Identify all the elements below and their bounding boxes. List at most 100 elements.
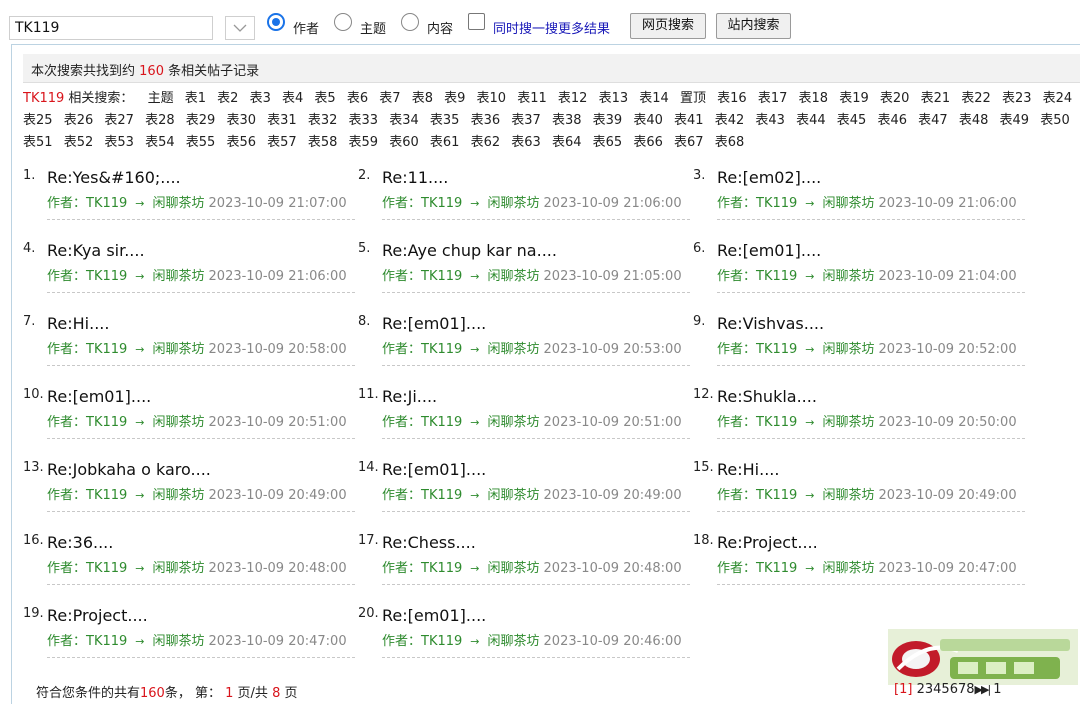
- related-item[interactable]: 表27: [104, 113, 134, 128]
- related-item[interactable]: 表51: [23, 135, 53, 150]
- result-title-link[interactable]: Re:Vishvas....: [717, 314, 824, 333]
- related-item[interactable]: 表10: [477, 91, 507, 106]
- related-item[interactable]: 表59: [349, 135, 379, 150]
- related-item[interactable]: 表68: [715, 135, 745, 150]
- pager-page-link[interactable]: 5: [941, 682, 949, 697]
- also-search-checkbox[interactable]: [468, 13, 485, 30]
- pager-page-link[interactable]: 2: [917, 682, 925, 697]
- result-title-link[interactable]: Re:[em01]....: [717, 241, 821, 260]
- radio-author[interactable]: [267, 13, 285, 31]
- related-item[interactable]: 表3: [250, 91, 271, 106]
- related-item[interactable]: 表13: [599, 91, 629, 106]
- result-title-link[interactable]: Re:11....: [382, 168, 448, 187]
- forum-link[interactable]: 闲聊茶坊: [823, 561, 875, 576]
- related-item[interactable]: 表28: [145, 113, 175, 128]
- author-link[interactable]: TK119: [86, 196, 127, 211]
- forum-link[interactable]: 闲聊茶坊: [153, 269, 205, 284]
- related-item[interactable]: 表65: [593, 135, 623, 150]
- related-item[interactable]: 表2: [217, 91, 238, 106]
- pager-page-link[interactable]: 8: [966, 682, 974, 697]
- related-item[interactable]: 表45: [837, 113, 867, 128]
- last-page-icon[interactable]: ▶▶|: [975, 683, 992, 696]
- related-item[interactable]: 表32: [308, 113, 338, 128]
- author-link[interactable]: TK119: [421, 415, 462, 430]
- related-item[interactable]: 表66: [633, 135, 663, 150]
- forum-link[interactable]: 闲聊茶坊: [823, 342, 875, 357]
- related-item[interactable]: 表41: [674, 113, 704, 128]
- author-link[interactable]: TK119: [86, 488, 127, 503]
- result-title-link[interactable]: Re:36....: [47, 533, 113, 552]
- result-title-link[interactable]: Re:[em01]....: [382, 314, 486, 333]
- author-link[interactable]: TK119: [756, 269, 797, 284]
- author-link[interactable]: TK119: [421, 342, 462, 357]
- result-title-link[interactable]: Re:Ji....: [382, 387, 437, 406]
- history-dropdown-button[interactable]: [225, 16, 255, 40]
- related-item[interactable]: 表21: [921, 91, 951, 106]
- author-link[interactable]: TK119: [756, 415, 797, 430]
- result-title-link[interactable]: Re:Project....: [47, 606, 148, 625]
- related-item[interactable]: 表60: [389, 135, 419, 150]
- related-item[interactable]: 表22: [961, 91, 991, 106]
- author-link[interactable]: TK119: [756, 488, 797, 503]
- related-item[interactable]: 表12: [558, 91, 588, 106]
- related-item[interactable]: 表48: [959, 113, 989, 128]
- forum-link[interactable]: 闲聊茶坊: [823, 488, 875, 503]
- related-item[interactable]: 表42: [715, 113, 745, 128]
- related-item[interactable]: 表46: [877, 113, 907, 128]
- related-item[interactable]: 表1: [185, 91, 206, 106]
- author-link[interactable]: TK119: [421, 196, 462, 211]
- pager-tail[interactable]: 1: [993, 682, 1001, 697]
- related-item[interactable]: 表49: [1000, 113, 1030, 128]
- radio-content[interactable]: [401, 13, 419, 31]
- result-title-link[interactable]: Re:Chess....: [382, 533, 476, 552]
- related-item[interactable]: 表63: [511, 135, 541, 150]
- forum-link[interactable]: 闲聊茶坊: [488, 561, 540, 576]
- forum-link[interactable]: 闲聊茶坊: [153, 196, 205, 211]
- result-title-link[interactable]: Re:Yes&#160;....: [47, 168, 181, 187]
- related-item[interactable]: 表47: [918, 113, 948, 128]
- pager-page-link[interactable]: 6: [950, 682, 958, 697]
- related-item[interactable]: 表16: [717, 91, 747, 106]
- forum-link[interactable]: 闲聊茶坊: [488, 415, 540, 430]
- related-item[interactable]: 表36: [471, 113, 501, 128]
- related-item[interactable]: 表39: [593, 113, 623, 128]
- result-title-link[interactable]: Re:Hi....: [717, 460, 779, 479]
- related-item[interactable]: 表53: [104, 135, 134, 150]
- result-title-link[interactable]: Re:Project....: [717, 533, 818, 552]
- related-item[interactable]: 表52: [64, 135, 94, 150]
- author-link[interactable]: TK119: [86, 561, 127, 576]
- related-item[interactable]: 表37: [511, 113, 541, 128]
- related-item[interactable]: 表56: [226, 135, 256, 150]
- result-title-link[interactable]: Re:Kya sir....: [47, 241, 145, 260]
- related-item[interactable]: 表40: [633, 113, 663, 128]
- also-search-label[interactable]: 同时搜一搜更多结果: [493, 18, 610, 37]
- result-title-link[interactable]: Re:Aye chup kar na....: [382, 241, 557, 260]
- related-item[interactable]: 表55: [186, 135, 216, 150]
- forum-link[interactable]: 闲聊茶坊: [823, 269, 875, 284]
- related-item[interactable]: 表38: [552, 113, 582, 128]
- related-item[interactable]: 表44: [796, 113, 826, 128]
- author-link[interactable]: TK119: [86, 269, 127, 284]
- related-item[interactable]: 表64: [552, 135, 582, 150]
- pager-page-link[interactable]: 3: [925, 682, 933, 697]
- related-item[interactable]: 表23: [1002, 91, 1032, 106]
- forum-link[interactable]: 闲聊茶坊: [488, 342, 540, 357]
- forum-link[interactable]: 闲聊茶坊: [153, 561, 205, 576]
- forum-link[interactable]: 闲聊茶坊: [823, 196, 875, 211]
- result-title-link[interactable]: Re:[em01]....: [47, 387, 151, 406]
- author-link[interactable]: TK119: [756, 196, 797, 211]
- related-item[interactable]: 表9: [444, 91, 465, 106]
- author-link[interactable]: TK119: [86, 634, 127, 649]
- related-item[interactable]: 表20: [880, 91, 910, 106]
- forum-link[interactable]: 闲聊茶坊: [488, 196, 540, 211]
- related-item[interactable]: 表61: [430, 135, 460, 150]
- author-link[interactable]: TK119: [421, 634, 462, 649]
- site-search-button[interactable]: 站内搜索: [716, 13, 791, 39]
- forum-link[interactable]: 闲聊茶坊: [488, 634, 540, 649]
- related-item[interactable]: 表54: [145, 135, 175, 150]
- related-item[interactable]: 表31: [267, 113, 297, 128]
- related-item[interactable]: 表34: [389, 113, 419, 128]
- related-item[interactable]: 表30: [226, 113, 256, 128]
- related-item[interactable]: 表6: [347, 91, 368, 106]
- related-item[interactable]: 表19: [839, 91, 869, 106]
